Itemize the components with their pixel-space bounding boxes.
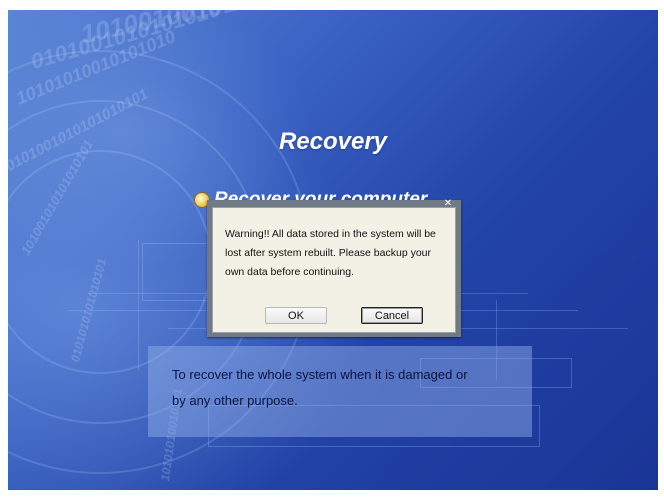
warning-message-line-3: own data before continuing. bbox=[225, 266, 355, 278]
description-text: To recover the whole system when it is d… bbox=[172, 362, 532, 414]
description-line-1: To recover the whole system when it is d… bbox=[172, 367, 468, 382]
warning-message-line-1: Warning!! All data stored in the system … bbox=[225, 228, 436, 240]
warning-dialog: ✕ Warning!! All data stored in the syste… bbox=[207, 199, 461, 337]
dialog-body: Warning!! All data stored in the system … bbox=[212, 207, 456, 333]
description-panel: To recover the whole system when it is d… bbox=[148, 346, 532, 437]
warning-message-line-2: lost after system rebuilt. Please backup… bbox=[225, 247, 432, 259]
decor-box bbox=[142, 243, 214, 301]
page-title: Recovery bbox=[278, 128, 388, 155]
description-line-2: by any other purpose. bbox=[172, 393, 298, 408]
ok-button[interactable]: OK bbox=[265, 307, 327, 324]
cancel-button[interactable]: Cancel bbox=[361, 307, 423, 324]
warning-message: Warning!! All data stored in the system … bbox=[225, 225, 457, 282]
recovery-screen: 10100100101010 0101001010101010 10101010… bbox=[8, 10, 658, 490]
decor-line bbox=[138, 240, 139, 370]
